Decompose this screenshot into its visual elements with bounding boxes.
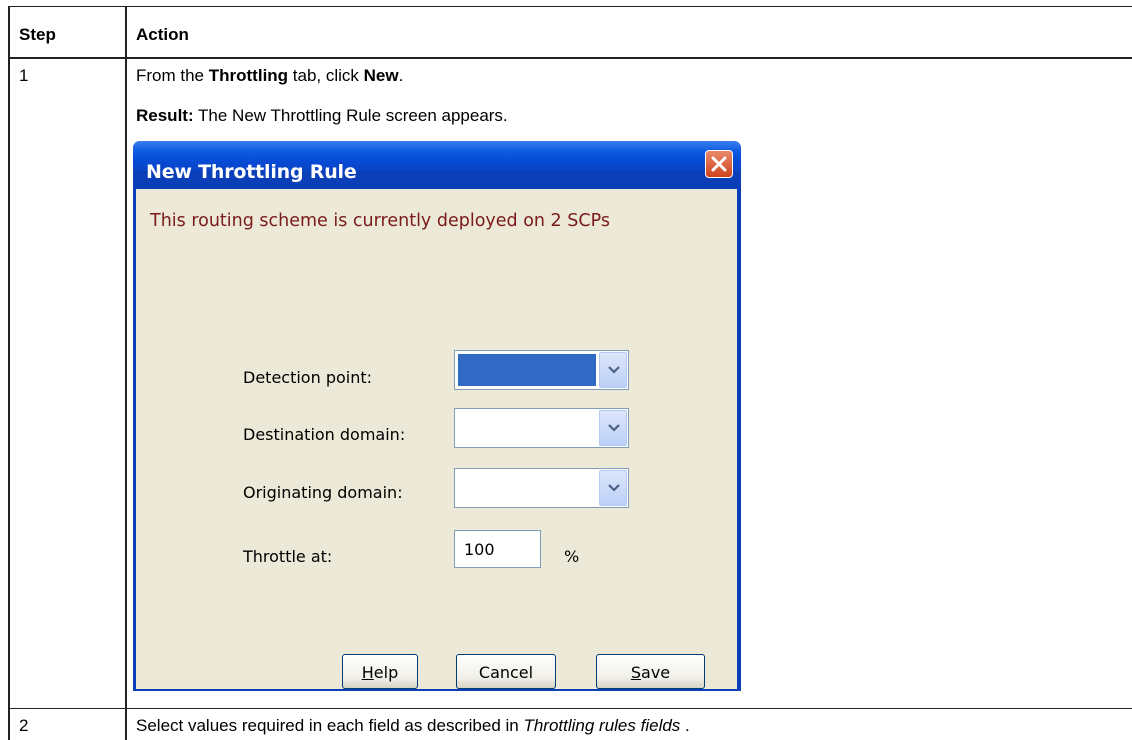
destination-domain-dropdown-button[interactable] <box>599 410 627 446</box>
header-action: Action <box>136 25 189 44</box>
row-2-pre: Select values required in each field as … <box>136 716 524 735</box>
chevron-down-icon <box>608 424 620 432</box>
chevron-down-icon <box>608 366 620 374</box>
detection-point-label: Detection point: <box>243 368 373 387</box>
instruction-pre: From the <box>136 66 209 85</box>
instruction-button-name: New <box>363 66 399 85</box>
table-left-border <box>8 6 10 740</box>
row-1-step: 1 <box>19 66 29 85</box>
chevron-down-icon <box>608 484 620 492</box>
save-button[interactable]: Save <box>596 654 705 689</box>
result-text: The New Throttling Rule screen appears. <box>193 106 508 125</box>
new-throttling-rule-dialog: New Throttling Rule This routing scheme … <box>133 141 741 691</box>
row-1-result: Result: The New Throttling Rule screen a… <box>136 106 508 126</box>
header-step: Step <box>19 25 56 44</box>
row-2-step: 2 <box>19 716 29 735</box>
row-2-instruction: Select values required in each field as … <box>136 716 690 736</box>
throttle-at-label: Throttle at: <box>243 547 333 566</box>
detection-point-selection <box>458 354 596 386</box>
result-label: Result: <box>136 106 194 125</box>
cancel-button[interactable]: Cancel <box>456 654 556 689</box>
throttle-at-input[interactable]: 100 <box>454 530 541 568</box>
dialog-title: New Throttling Rule <box>146 161 357 183</box>
destination-domain-label: Destination domain: <box>243 425 406 444</box>
deployment-warning: This routing scheme is currently deploye… <box>150 211 610 231</box>
detection-point-select[interactable] <box>454 350 629 390</box>
close-x-icon[interactable] <box>705 150 733 178</box>
instruction-post: . <box>398 66 404 85</box>
row-1-bottom-border <box>8 708 1132 709</box>
help-button[interactable]: Help <box>342 654 418 689</box>
row-2-link-text: Throttling rules fields <box>523 716 681 735</box>
close-glyph <box>711 156 727 172</box>
instruction-mid: tab, click <box>288 66 364 85</box>
row-1-instruction: From the Throttling tab, click New. <box>136 66 403 86</box>
dialog-titlebar: New Throttling Rule <box>133 141 741 183</box>
row-2-post: . <box>680 716 690 735</box>
table-header-border <box>8 57 1132 59</box>
originating-domain-dropdown-button[interactable] <box>599 470 627 506</box>
originating-domain-label: Originating domain: <box>243 483 403 502</box>
throttle-at-unit: % <box>564 547 580 566</box>
dialog-client-area: This routing scheme is currently deploye… <box>136 189 737 689</box>
table-top-border <box>8 6 1132 7</box>
table-column-divider <box>125 6 127 740</box>
detection-point-dropdown-button[interactable] <box>599 352 627 388</box>
destination-domain-select[interactable] <box>454 408 629 448</box>
instruction-tab-name: Throttling <box>208 66 289 85</box>
originating-domain-select[interactable] <box>454 468 629 508</box>
